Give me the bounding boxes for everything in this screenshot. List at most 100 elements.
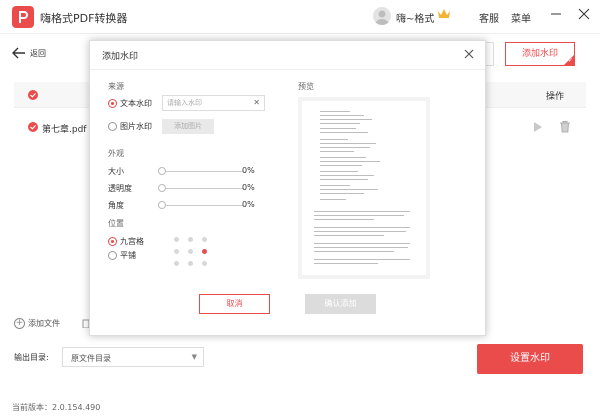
preview-text-line [320,115,364,116]
position-grid-cell[interactable] [174,249,179,254]
file-row-name: 第七章.pdf [42,125,87,135]
preview-text-line [314,263,378,264]
preview-text-line [314,211,410,212]
size-slider-value: 0% [242,166,255,175]
size-slider[interactable] [162,171,243,172]
preview-text-line [314,251,394,252]
preview-text-line [314,219,374,220]
preview-text-line [314,243,410,244]
position-grid-cell[interactable] [202,249,207,254]
preview-label: 预览 [298,82,314,91]
position-grid-cell[interactable] [202,237,207,242]
cancel-button[interactable]: 取消 [199,294,270,314]
angle-slider-label: 角度 [108,201,124,210]
preview-panel [298,97,430,279]
preview-text-line [320,123,360,124]
preview-text-line [320,132,368,133]
preview-text-line [320,111,350,112]
trash-icon[interactable] [559,120,571,133]
select-all-checkbox[interactable] [28,90,38,100]
output-dir-select[interactable]: 原文件目录 ▼ [62,347,204,367]
text-watermark-label: 文本水印 [120,99,152,108]
preview-text-line [320,199,346,200]
grid-position-label: 九宫格 [120,237,144,246]
preview-text-line [320,147,370,148]
preview-text-line [320,189,378,190]
appearance-section-label: 外观 [108,149,124,158]
minimize-icon[interactable] [548,6,564,22]
set-watermark-button[interactable]: 设置水印 [477,344,583,374]
chevron-down-icon: ▼ [191,353,197,361]
size-slider-thumb[interactable] [158,167,166,175]
play-icon[interactable] [533,121,543,133]
preview-text-line [320,193,364,194]
menu-link[interactable]: 菜单 [511,10,531,25]
close-icon[interactable] [463,48,475,60]
hidden-toolbar-button[interactable] [486,42,494,66]
app-title: 嗨格式PDF转换器 [40,12,128,25]
angle-slider-thumb[interactable] [158,201,166,209]
position-grid-cell[interactable] [188,237,193,242]
dialog-title: 添加水印 [102,52,139,62]
output-dir-value: 原文件目录 [71,354,111,363]
preview-text-line [320,157,366,158]
preview-text-line [320,151,354,152]
add-watermark-dialog: 添加水印 来源 文本水印 ✕ 图片水印 添加图片 外观 大小 0% 透明度 0%… [89,40,486,336]
user-avatar-icon[interactable] [373,7,391,25]
preview-text-line [320,179,368,180]
image-watermark-label: 图片水印 [120,122,152,131]
back-arrow-icon [12,47,25,59]
dialog-header: 添加水印 [90,41,485,70]
preview-text-line [320,165,362,166]
grid-position-radio[interactable] [108,237,117,246]
back-label: 返回 [30,49,46,58]
operation-column-header: 操作 [546,92,565,102]
output-dir-label: 输出目录: [14,353,49,362]
position-section-label: 位置 [108,219,124,228]
preview-text-line [314,259,410,260]
angle-slider[interactable] [162,205,243,206]
preview-page-thumbnail [302,101,426,275]
position-grid-cell[interactable] [188,261,193,266]
version-text: 当前版本：2.0.154.490 [12,403,101,412]
position-grid-cell[interactable] [202,261,207,266]
opacity-slider-thumb[interactable] [158,184,166,192]
preview-text-line [320,171,358,172]
preview-text-line [320,139,348,140]
preview-text-line [320,143,376,144]
clear-input-icon[interactable]: ✕ [253,99,260,107]
file-row-checkbox[interactable] [28,122,38,132]
app-logo-icon [12,6,34,28]
size-slider-label: 大小 [108,167,124,176]
preview-text-line [314,215,404,216]
check-icon: ✓ [567,57,573,64]
angle-slider-value: 0% [242,200,255,209]
add-file-label: 添加文件 [28,319,60,328]
watermark-text-input[interactable] [167,98,251,108]
add-watermark-label: 添加水印 [521,49,558,59]
position-grid-cell[interactable] [188,249,193,254]
preview-text-line [314,231,406,232]
title-bar: 嗨格式PDF转换器 嗨~格式 客服 菜单 [0,0,600,34]
preview-text-line [314,247,408,248]
position-grid-cell[interactable] [174,237,179,242]
tile-position-label: 平铺 [120,251,136,260]
add-watermark-button[interactable]: 添加水印 ✓ [505,42,575,66]
vip-crown-icon [437,8,451,23]
close-window-icon[interactable] [576,6,592,22]
preview-text-line [314,227,410,228]
opacity-slider-label: 透明度 [108,184,132,193]
position-grid-cell[interactable] [174,261,179,266]
opacity-slider[interactable] [162,188,243,189]
preview-text-line [320,119,372,120]
watermark-text-field[interactable]: ✕ [162,95,265,111]
opacity-slider-value: 0% [242,183,255,192]
image-watermark-radio[interactable] [108,122,117,131]
preview-text-line [320,175,374,176]
confirm-add-button[interactable]: 确认添加 [305,294,376,314]
text-watermark-radio[interactable] [108,99,117,108]
tile-position-radio[interactable] [108,251,117,260]
add-image-button[interactable]: 添加图片 [162,119,214,134]
user-name[interactable]: 嗨~格式 [396,10,434,25]
support-link[interactable]: 客服 [479,10,499,25]
